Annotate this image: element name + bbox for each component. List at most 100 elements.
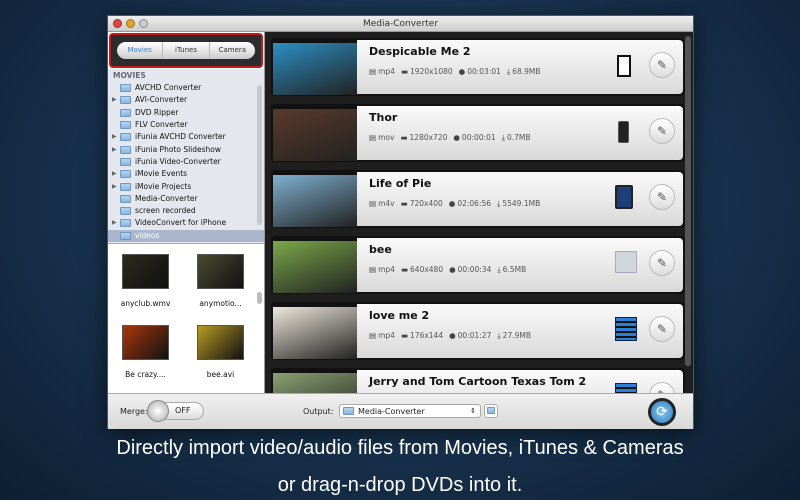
list-scrollbar[interactable] — [685, 36, 691, 366]
folder-icon — [343, 407, 354, 415]
tree-item-label: iFunia Photo Slideshow — [135, 144, 222, 154]
iphone-icon[interactable] — [615, 119, 633, 145]
browse-folder-button[interactable] — [484, 404, 498, 418]
zoom-button[interactable] — [139, 19, 148, 28]
clock-icon: ● — [453, 133, 460, 142]
folder-icon — [120, 231, 131, 240]
tree-item[interactable]: ▶ iMovie Events — [108, 168, 264, 180]
edit-pencil-icon[interactable]: ✎ — [649, 52, 675, 78]
video-thumbnail — [273, 43, 357, 95]
folder-tree: MOVIES AVCHD Converter ▶ AVI-Converter DVD … — [108, 69, 264, 244]
video-title: love me 2 — [369, 309, 430, 322]
download-icon: ⤓ — [506, 67, 511, 76]
video-size: 5549.1MB — [502, 199, 541, 208]
bottom-bar: Merge: OFF Output: Media-Converter ⇕ ⟳ — [108, 393, 693, 429]
output-select[interactable]: Media-Converter ⇕ — [339, 404, 481, 418]
film-icon: ▤ — [369, 67, 377, 76]
disclosure-triangle-icon[interactable]: ▶ — [112, 181, 120, 193]
tree-scrollbar[interactable] — [257, 85, 262, 225]
minimize-button[interactable] — [126, 19, 135, 28]
video-duration: 00:03:01 — [467, 67, 501, 76]
source-tab-bar: Movies iTunes Camera — [109, 33, 263, 68]
disclosure-triangle-icon[interactable]: ▶ — [112, 168, 120, 180]
film-icon: ▤ — [369, 199, 377, 208]
toggle-knob — [147, 400, 169, 422]
tree-item[interactable]: ▶ iFunia Photo Slideshow — [108, 143, 264, 155]
tree-item[interactable]: FLV Converter — [108, 119, 264, 131]
video-thumbnail — [273, 307, 357, 359]
tree-item[interactable]: ▶ iFunia AVCHD Converter — [108, 131, 264, 143]
edit-pencil-icon[interactable]: ✎ — [649, 382, 675, 393]
kindle-icon[interactable] — [615, 53, 633, 79]
folder-icon — [120, 219, 131, 228]
ipad-icon[interactable] — [615, 185, 633, 211]
video-meta: ▤ mp4 ▬ 1920x1080 ● 00:03:01 ⤓ 68.9MB — [369, 67, 541, 77]
thumbs-scrollbar[interactable] — [257, 292, 262, 304]
tree-item-label: iFunia AVCHD Converter — [135, 132, 226, 142]
video-item[interactable]: Jerry and Tom Cartoon Texas Tom 2 ✎ — [271, 368, 685, 393]
video-title: Despicable Me 2 — [369, 45, 471, 58]
tree-item[interactable]: screen recorded — [108, 205, 264, 217]
caption-line-2: or drag-n-drop DVDs into it. — [277, 474, 523, 496]
close-button[interactable] — [113, 19, 122, 28]
video-format: mp4 — [378, 331, 395, 340]
edit-pencil-icon[interactable]: ✎ — [649, 250, 675, 276]
video-item[interactable]: Thor ▤ mov ▬ 1280x720 ● 00:00:01 ⤓ 0.7MB ✎ — [271, 104, 685, 162]
tree-item-label: AVI-Converter — [135, 95, 188, 105]
tree-header: MOVIES — [113, 71, 146, 80]
tree-item[interactable]: ▶ iMovie Projects — [108, 180, 264, 192]
thumbnail-image — [197, 254, 244, 289]
tree-item[interactable]: videos — [108, 229, 264, 242]
folder-icon — [120, 207, 131, 216]
tree-item[interactable]: DVD Ripper — [108, 107, 264, 119]
video-size: 27.9MB — [502, 331, 531, 340]
media-thumbnail[interactable]: Be crazy.... — [108, 325, 183, 392]
video-file-icon[interactable] — [615, 383, 637, 393]
video-format: mp4 — [378, 265, 395, 274]
video-item[interactable]: bee ▤ mp4 ▬ 640x480 ● 00:00:34 ⤓ 6.5MB ✎ — [271, 236, 685, 294]
media-thumbnail[interactable]: anymotio... — [183, 254, 258, 321]
convert-button[interactable]: ⟳ — [648, 398, 676, 426]
video-item[interactable]: Despicable Me 2 ▤ mp4 ▬ 1920x1080 ● 00:03:0… — [271, 38, 685, 96]
video-file-icon[interactable] — [615, 317, 637, 343]
tab-camera[interactable]: Camera — [210, 42, 255, 59]
video-size: 68.9MB — [512, 67, 541, 76]
edit-pencil-icon[interactable]: ✎ — [649, 118, 675, 144]
tree-item-label: Media-Converter — [135, 193, 198, 203]
tab-itunes[interactable]: iTunes — [163, 42, 210, 59]
video-title: Life of Pie — [369, 177, 432, 190]
tree-item-label: videos — [135, 230, 160, 240]
video-thumbnail — [273, 373, 357, 393]
disclosure-triangle-icon[interactable]: ▶ — [112, 94, 120, 106]
tree-item[interactable]: ▶ VideoConvert for iPhone — [108, 217, 264, 229]
video-item[interactable]: Life of Pie ▤ m4v ▬ 720x400 ● 02:06:56 ⤓ 554… — [271, 170, 685, 228]
disclosure-triangle-icon[interactable]: ▶ — [112, 131, 120, 143]
tree-item[interactable]: Media-Converter — [108, 193, 264, 205]
tree-item-label: iFunia Video-Converter — [135, 156, 221, 166]
thumbnail-label: anymotio... — [199, 299, 242, 308]
media-thumbnail[interactable]: anyclub.wmv — [108, 254, 183, 321]
apple-tv-icon[interactable] — [615, 251, 637, 277]
tree-item[interactable]: ▶ AVI-Converter — [108, 94, 264, 106]
tab-movies[interactable]: Movies — [117, 42, 164, 59]
video-thumbnail — [273, 109, 357, 161]
app-window: Media-Converter Movies iTunes Camera MOV… — [107, 15, 694, 429]
video-title: Jerry and Tom Cartoon Texas Tom 2 — [369, 375, 587, 388]
edit-pencil-icon[interactable]: ✎ — [649, 184, 675, 210]
video-meta: ▤ m4v ▬ 720x400 ● 02:06:56 ⤓ 5549.1MB — [369, 199, 540, 209]
disclosure-triangle-icon[interactable]: ▶ — [112, 144, 120, 156]
tree-item[interactable]: iFunia Video-Converter — [108, 156, 264, 168]
folder-icon — [120, 157, 131, 166]
window-title: Media-Converter — [362, 19, 439, 29]
video-item[interactable]: love me 2 ▤ mp4 ▬ 176x144 ● 00:01:27 ⤓ 27.9M… — [271, 302, 685, 360]
disclosure-triangle-icon[interactable]: ▶ — [112, 217, 120, 229]
media-thumbnail[interactable]: bee.avi — [183, 325, 258, 392]
video-title: Thor — [369, 111, 398, 124]
tree-item-label: FLV Converter — [135, 120, 188, 130]
folder-icon — [120, 84, 131, 93]
edit-pencil-icon[interactable]: ✎ — [649, 316, 675, 342]
video-duration: 02:06:56 — [457, 199, 492, 208]
download-icon: ⤓ — [497, 331, 501, 340]
merge-toggle[interactable]: OFF — [147, 400, 204, 422]
tree-item[interactable]: AVCHD Converter — [108, 82, 264, 94]
